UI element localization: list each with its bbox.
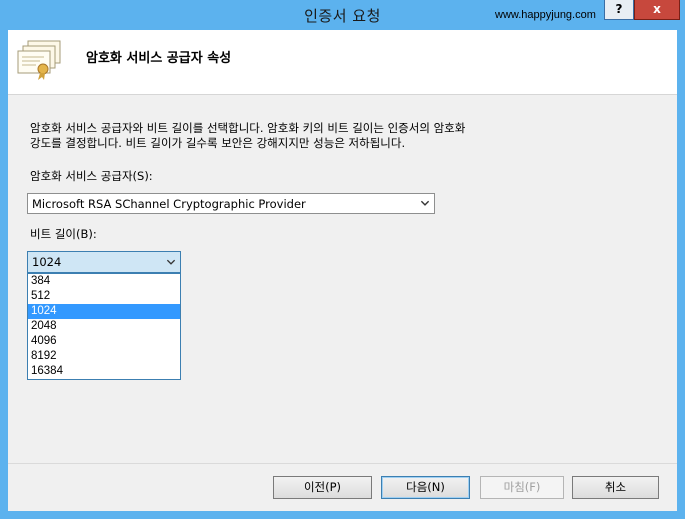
bit-length-option[interactable]: 8192 <box>28 349 180 364</box>
bit-length-label: 비트 길이(B): <box>30 227 97 241</box>
chevron-down-icon <box>166 259 176 265</box>
bit-length-option[interactable]: 16384 <box>28 364 180 379</box>
description-text: 암호화 서비스 공급자와 비트 길이를 선택합니다. 암호화 키의 비트 길이는… <box>30 121 550 151</box>
title-bar[interactable]: 인증서 요청 www.happyjung.com ? x <box>0 0 685 30</box>
provider-selected-value: Microsoft RSA SChannel Cryptographic Pro… <box>32 197 306 211</box>
wizard-header: 암호화 서비스 공급자 속성 <box>8 30 677 95</box>
bit-length-selected-value: 1024 <box>32 255 62 269</box>
dialog-window: 인증서 요청 www.happyjung.com ? x 암호화 서비스 공급자… <box>0 0 685 519</box>
bit-length-option[interactable]: 2048 <box>28 319 180 334</box>
bit-length-dropdown-list: 384 512 1024 2048 4096 8192 16384 <box>27 273 181 380</box>
next-button[interactable]: 다음(N) <box>381 476 470 499</box>
dialog-client-area: 암호화 서비스 공급자 속성 암호화 서비스 공급자와 비트 길이를 선택합니다… <box>8 30 677 511</box>
help-button[interactable]: ? <box>604 0 634 20</box>
close-button[interactable]: x <box>634 0 680 20</box>
description-line-1: 암호화 서비스 공급자와 비트 길이를 선택합니다. 암호화 키의 비트 길이는… <box>30 121 466 135</box>
bit-length-option-selected[interactable]: 1024 <box>28 304 180 319</box>
provider-label: 암호화 서비스 공급자(S): <box>30 169 153 183</box>
footer-divider <box>8 463 677 464</box>
certificate-icon <box>17 40 61 80</box>
finish-button[interactable]: 마침(F) <box>480 476 564 499</box>
cancel-button[interactable]: 취소 <box>572 476 659 499</box>
previous-button[interactable]: 이전(P) <box>273 476 372 499</box>
chevron-down-icon <box>420 200 430 206</box>
description-line-2: 강도를 결정합니다. 비트 길이가 길수록 보안은 강해지지만 성능은 저하됩니… <box>30 136 406 150</box>
page-title: 암호화 서비스 공급자 속성 <box>86 51 232 66</box>
bit-length-option[interactable]: 384 <box>28 274 180 289</box>
bit-length-option[interactable]: 4096 <box>28 334 180 349</box>
bit-length-option[interactable]: 512 <box>28 289 180 304</box>
bit-length-select[interactable]: 1024 <box>27 251 181 273</box>
watermark-text: www.happyjung.com <box>495 9 596 21</box>
provider-select[interactable]: Microsoft RSA SChannel Cryptographic Pro… <box>27 193 435 214</box>
